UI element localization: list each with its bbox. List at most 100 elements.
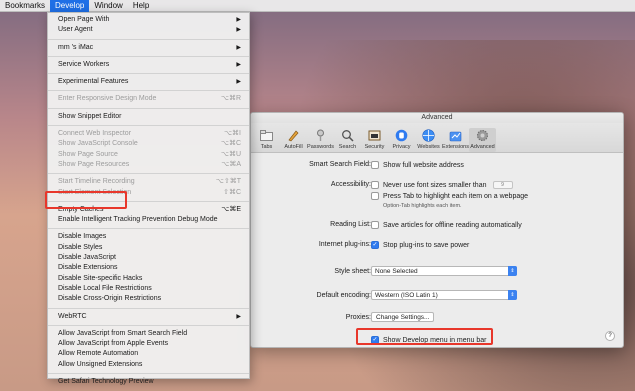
menu-develop[interactable]: Develop [50,0,90,12]
menu-item-label: mm 's iMac [58,43,94,51]
menu-item-shortcut: ⇧⌘C [223,188,241,196]
menu-item-user-agent[interactable]: User Agent ▶ [48,25,249,35]
tab-label: Passwords [307,144,334,150]
menu-item-itp-debug[interactable]: Enable Intelligent Tracking Prevention D… [48,215,249,225]
tabs-icon [260,128,274,142]
menu-item-page-resources[interactable]: Show Page Resources ⌥⌘A [48,160,249,170]
tab-advanced[interactable]: Advanced [469,128,496,152]
menu-item-disable-javascript[interactable]: Disable JavaScript [48,253,249,263]
menu-separator [48,38,249,40]
menu-item-webrtc[interactable]: WebRTC ▶ [48,312,249,322]
tab-autofill[interactable]: AutoFill [280,128,307,152]
menu-item-shortcut: ⌥⇧⌘T [215,178,241,186]
reading-list-label: Reading List: [330,221,371,228]
highlight-box-develop-option [356,328,493,345]
menu-item-label: Open Page With [58,16,110,23]
reading-list-checkbox[interactable] [371,221,379,229]
menu-help[interactable]: Help [128,0,154,12]
help-button[interactable]: ? [605,331,615,341]
plugins-option-label: Stop plug-ins to save power [383,241,470,249]
tab-tabs[interactable]: Tabs [253,128,280,152]
tab-privacy[interactable]: Privacy [388,128,415,152]
pencil-icon [287,128,301,142]
menu-separator [48,307,249,309]
menu-item-allow-js-apple-events[interactable]: Allow JavaScript from Apple Events [48,339,249,349]
tab-label: Tabs [260,144,273,150]
menu-item-connect-inspector[interactable]: Connect Web Inspector ⌥⌘I [48,129,249,139]
menu-bar: Bookmarks Develop Window Help [0,0,635,12]
menu-item-open-page-with[interactable]: Open Page With ▶ [48,15,249,25]
puzzle-icon [449,128,463,142]
menu-item-allow-unsigned-extensions[interactable]: Allow Unsigned Extensions [48,360,249,370]
menu-item-service-workers[interactable]: Service Workers ▶ [48,60,249,70]
menu-item-page-source[interactable]: Show Page Source ⌥⌘U [48,150,249,160]
menu-separator [48,90,249,92]
menu-separator [48,125,249,127]
menu-item-label: Allow Unsigned Extensions [58,360,143,368]
tab-extensions[interactable]: Extensions [442,128,469,152]
menu-separator [48,173,249,175]
tab-label: Privacy [392,144,411,150]
menu-item-disable-site-hacks[interactable]: Disable Site-specific Hacks [48,274,249,284]
reading-list-option-label: Save articles for offline reading automa… [383,221,522,229]
menu-item-experimental[interactable]: Experimental Features ▶ [48,77,249,87]
tab-security[interactable]: Security [361,128,388,152]
menu-item-tech-preview[interactable]: Get Safari Technology Preview [48,377,249,387]
plugins-checkbox[interactable] [371,241,379,249]
key-icon [314,128,328,142]
chevron-right-icon: ▶ [236,61,241,68]
menu-item-device[interactable]: mm 's iMac ▶ [48,43,249,53]
menu-item-shortcut: ⌥⌘U [220,150,241,158]
menu-separator [48,324,249,326]
menu-item-label: Show Snippet Editor [58,112,122,120]
smart-search-checkbox[interactable] [371,161,379,169]
menu-item-label: Disable Site-specific Hacks [58,274,143,282]
font-size-option[interactable]: Never use font sizes smaller than 9 [371,181,513,189]
menu-window[interactable]: Window [89,0,127,12]
menu-separator [48,107,249,109]
tab-label: Search [338,144,357,150]
menu-item-label: Get Safari Technology Preview [58,378,154,386]
menu-bookmarks[interactable]: Bookmarks [0,0,50,12]
menu-item-label: Experimental Features [58,78,129,86]
menu-item-allow-remote-automation[interactable]: Allow Remote Automation [48,349,249,359]
menu-item-label: Allow JavaScript from Smart Search Field [58,329,188,337]
tab-websites[interactable]: Websites [415,128,442,152]
encoding-select[interactable]: Western (ISO Latin 1) ⇕ [371,290,517,300]
tab-highlight-checkbox[interactable] [371,192,379,200]
plugins-option[interactable]: Stop plug-ins to save power [371,241,469,249]
menu-item-snippet-editor[interactable]: Show Snippet Editor [48,112,249,122]
menu-item-label: Disable JavaScript [58,254,116,262]
gear-icon [476,128,490,142]
tab-label: Advanced [470,144,495,150]
menu-item-label: Disable Styles [58,243,103,251]
menu-item-disable-local-file[interactable]: Disable Local File Restrictions [48,284,249,294]
menu-item-allow-js-smart-search[interactable]: Allow JavaScript from Smart Search Field [48,329,249,339]
chevron-right-icon: ▶ [236,44,241,51]
change-settings-button[interactable]: Change Settings... [371,312,435,322]
font-size-select[interactable]: 9 [492,181,513,189]
menu-item-label: Enable Intelligent Tracking Prevention D… [58,216,218,224]
menu-item-timeline-recording[interactable]: Start Timeline Recording ⌥⇧⌘T [48,177,249,187]
smart-search-option[interactable]: Show full website address [371,161,464,169]
tab-label: Websites [417,144,440,150]
menu-separator [48,228,249,230]
menu-item-js-console[interactable]: Show JavaScript Console ⌥⌘C [48,139,249,149]
tab-search[interactable]: Search [334,128,361,152]
menu-item-disable-images[interactable]: Disable Images [48,232,249,242]
menu-item-label: Show JavaScript Console [58,140,138,148]
menu-item-responsive-design[interactable]: Enter Responsive Design Mode ⌥⌘R [48,94,249,104]
font-size-checkbox[interactable] [371,181,379,189]
menu-item-label: Allow Remote Automation [58,350,139,358]
reading-list-option[interactable]: Save articles for offline reading automa… [371,221,522,229]
menu-item-label: Disable Images [58,233,107,241]
font-size-option-label: Never use font sizes smaller than [383,181,487,189]
menu-item-disable-styles[interactable]: Disable Styles [48,243,249,253]
window-title: Advanced [251,113,623,123]
menu-item-disable-cors[interactable]: Disable Cross-Origin Restrictions [48,294,249,304]
tab-passwords[interactable]: Passwords [307,128,334,152]
stylesheet-select[interactable]: None Selected ⇕ [371,266,517,276]
tab-label: Extensions [442,144,469,150]
tab-highlight-option[interactable]: Press Tab to highlight each item on a we… [371,192,528,200]
menu-item-disable-extensions[interactable]: Disable Extensions [48,263,249,273]
